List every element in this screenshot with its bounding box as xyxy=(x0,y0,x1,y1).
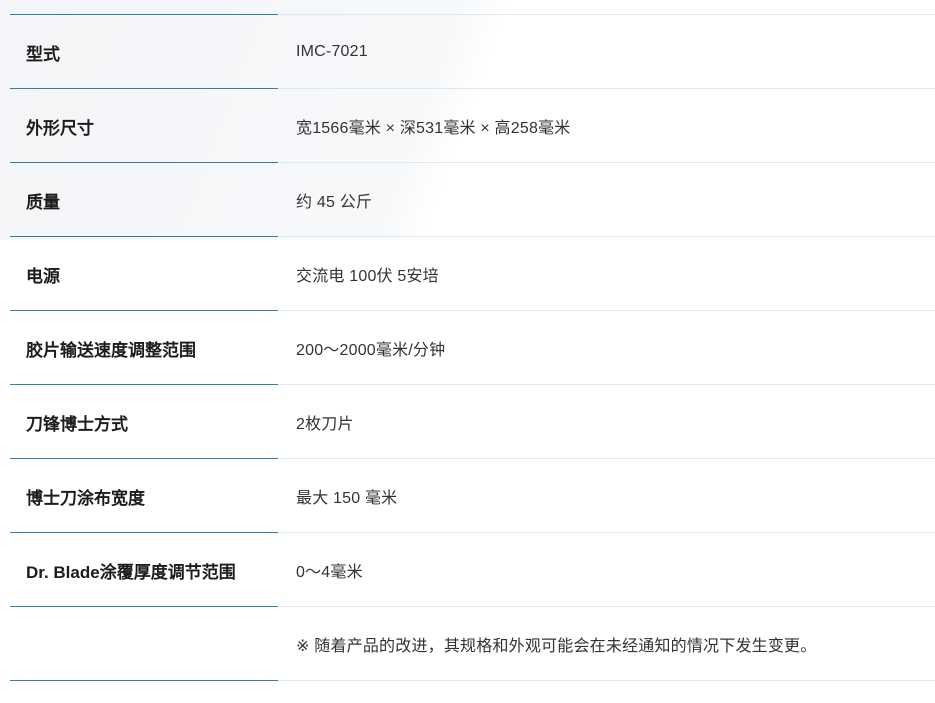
spec-value: 0～4毫米 xyxy=(296,564,363,581)
spec-value: 200～2000毫米/分钟 xyxy=(296,342,446,359)
spec-row-coating-width: 博士刀涂布宽度 最大 150 毫米 xyxy=(10,459,935,533)
spec-value: 约 45 公斤 xyxy=(296,194,373,211)
spec-label: 博士刀涂布宽度 xyxy=(26,488,145,508)
spec-value: 宽1566毫米 × 深531毫米 × 高258毫米 xyxy=(296,120,571,137)
spec-label: Dr. Blade涂覆厚度调节范围 xyxy=(26,562,236,582)
spec-row-film-speed: 胶片输送速度调整范围 200～2000毫米/分钟 xyxy=(10,311,935,385)
spec-label: 外形尺寸 xyxy=(26,118,94,138)
spec-table: 型式 IMC-7021 外形尺寸 宽1566毫米 × 深531毫米 × 高258… xyxy=(10,14,935,681)
spec-label: 型式 xyxy=(26,44,60,64)
spec-label: 电源 xyxy=(26,266,60,286)
spec-row-model: 型式 IMC-7021 xyxy=(10,15,935,89)
spec-row-dimensions: 外形尺寸 宽1566毫米 × 深531毫米 × 高258毫米 xyxy=(10,89,935,163)
spec-row-power: 电源 交流电 100伏 5安培 xyxy=(10,237,935,311)
spec-row-weight: 质量 约 45 公斤 xyxy=(10,163,935,237)
spec-note: ※ 随着产品的改进，其规格和外观可能会在未经通知的情况下发生变更。 xyxy=(296,638,817,655)
spec-label: 质量 xyxy=(26,192,60,212)
spec-label: 刀锋博士方式 xyxy=(26,414,128,434)
spec-value: 最大 150 毫米 xyxy=(296,490,398,507)
page: 型式 IMC-7021 外形尺寸 宽1566毫米 × 深531毫米 × 高258… xyxy=(0,0,935,703)
spec-row-blade-method: 刀锋博士方式 2枚刀片 xyxy=(10,385,935,459)
spec-value: 2枚刀片 xyxy=(296,416,354,433)
spec-label: 胶片输送速度调整范围 xyxy=(26,340,196,360)
spec-row-coating-thickness: Dr. Blade涂覆厚度调节范围 0～4毫米 xyxy=(10,533,935,607)
spec-value: IMC-7021 xyxy=(296,43,368,60)
spec-value: 交流电 100伏 5安培 xyxy=(296,268,439,285)
spec-row-note: ※ 随着产品的改进，其规格和外观可能会在未经通知的情况下发生变更。 xyxy=(10,607,935,681)
